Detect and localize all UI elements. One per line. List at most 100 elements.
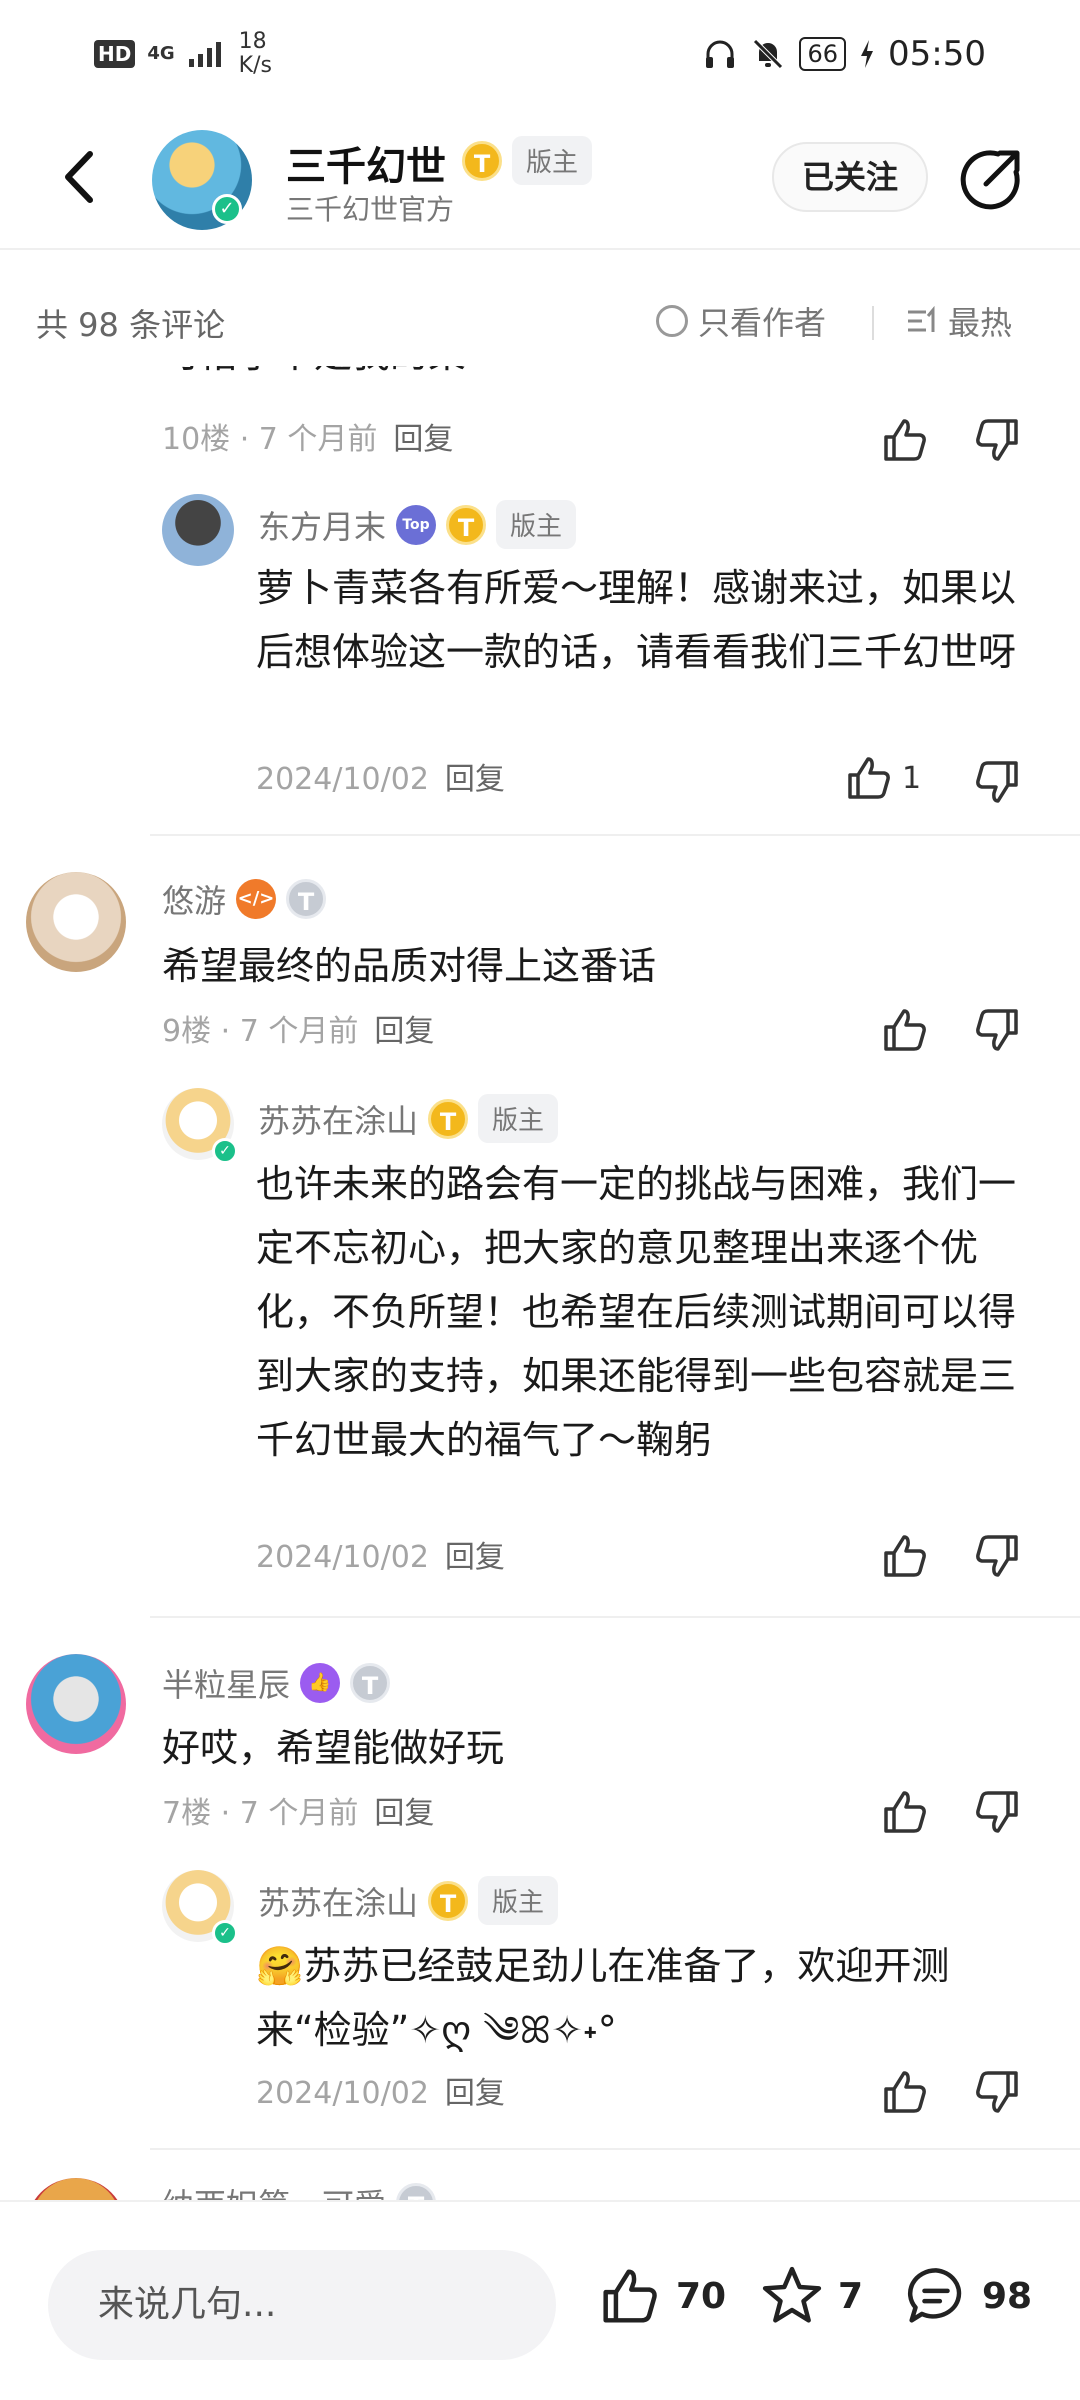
level-badge-icon: T bbox=[286, 879, 327, 919]
status-right: 66 05:50 bbox=[703, 34, 986, 74]
verified-icon: ✓ bbox=[212, 194, 242, 224]
comment-text: 好哎，希望能做好玩 bbox=[162, 1726, 505, 1770]
like-icon[interactable] bbox=[880, 410, 930, 470]
level-badge-icon: T bbox=[446, 504, 487, 545]
follow-button[interactable]: 已关注 bbox=[772, 142, 928, 212]
status-bar: HD 4G 18 K/s 66 05:50 bbox=[0, 0, 1080, 110]
reply-meta: 2024/10/02 回复 bbox=[256, 2068, 505, 2112]
comment-count: 共 98 条评论 bbox=[36, 306, 226, 344]
dislike-icon[interactable] bbox=[972, 1782, 1022, 1842]
sort-toggle[interactable]: 最热 bbox=[906, 298, 1012, 344]
comment-total: 98 bbox=[982, 2275, 1033, 2317]
charging-icon bbox=[861, 40, 874, 68]
comment-filter-bar: 共 98 条评论 只看作者 最热 bbox=[0, 276, 1080, 366]
commenter-name[interactable]: 悠游 bbox=[162, 876, 226, 922]
speed-unit: K/s bbox=[238, 53, 272, 78]
radio-icon bbox=[656, 305, 688, 337]
reply-username[interactable]: 苏苏在涂山 bbox=[258, 1878, 418, 1924]
comment-meta: 7楼 · 7 个月前 回复 bbox=[162, 1788, 434, 1832]
like-icon bbox=[848, 757, 890, 799]
post-like-button[interactable]: 70 bbox=[598, 2264, 726, 2328]
level-badge-icon: T bbox=[462, 140, 502, 181]
like-icon[interactable] bbox=[880, 1000, 930, 1060]
dislike-icon[interactable] bbox=[972, 1000, 1022, 1060]
commenter: 纳西妲第一可爱 T bbox=[162, 2180, 437, 2200]
reply-user: 苏苏在涂山 T 版主 bbox=[258, 1876, 559, 1925]
back-icon[interactable] bbox=[50, 142, 110, 212]
floor-time: 9楼 · 7 个月前 bbox=[162, 1014, 359, 1049]
like-button[interactable]: 1 bbox=[844, 748, 921, 808]
level-badge-icon: T bbox=[428, 1880, 469, 1921]
like-icon[interactable] bbox=[880, 2062, 930, 2122]
reply-link[interactable]: 回复 bbox=[374, 1014, 434, 1049]
share-icon[interactable] bbox=[958, 146, 1024, 212]
comments-button[interactable]: 98 bbox=[904, 2264, 1032, 2328]
comment-meta: 10楼 · 7 个月前 回复 bbox=[162, 414, 453, 458]
reply-avatar[interactable] bbox=[162, 494, 234, 566]
dislike-icon[interactable] bbox=[972, 1526, 1022, 1586]
hd-badge: HD bbox=[94, 40, 136, 68]
role-badge: 版主 bbox=[478, 1876, 559, 1925]
author-only-toggle[interactable]: 只看作者 bbox=[656, 298, 826, 344]
comment-text: 可惜了不是我的菜 bbox=[162, 366, 466, 386]
dislike-icon[interactable] bbox=[972, 410, 1022, 470]
like-count: 1 bbox=[902, 760, 922, 796]
commenter: 悠游 </> T bbox=[162, 876, 327, 922]
author-name[interactable]: 三千幻世 bbox=[286, 134, 446, 192]
reply-link[interactable]: 回复 bbox=[445, 2076, 505, 2111]
reply-text: 萝卜青菜各有所爱～理解！感谢来过，如果以后想体验这一款的话，请看看我们三千幻世呀 bbox=[256, 566, 1017, 674]
reply-link[interactable]: 回复 bbox=[445, 1540, 505, 1575]
reply-date: 2024/10/02 bbox=[256, 1540, 429, 1575]
network-label: 4G bbox=[147, 43, 175, 64]
dislike-icon[interactable] bbox=[972, 752, 1022, 812]
post-header: ✓ 三千幻世 T 版主 三千幻世官方 已关注 bbox=[0, 110, 1080, 250]
level-badge-icon: T bbox=[428, 1098, 469, 1139]
commenter-name[interactable]: 纳西妲第一可爱 bbox=[162, 2180, 386, 2200]
thumb-badge-icon: 👍 bbox=[300, 1663, 341, 1703]
reply-link[interactable]: 回复 bbox=[393, 422, 453, 457]
commenter-avatar[interactable] bbox=[26, 2178, 126, 2200]
floor-time: 10楼 · 7 个月前 bbox=[162, 422, 378, 457]
network-speed: 18 K/s bbox=[239, 30, 272, 78]
clock: 05:50 bbox=[888, 34, 986, 74]
bottom-action-bar: 来说几句... 70 7 98 bbox=[0, 2200, 1080, 2400]
reply-username[interactable]: 苏苏在涂山 bbox=[258, 1096, 418, 1142]
author-badges: T 版主 bbox=[462, 136, 593, 185]
reply-user: 东方月末 Top T 版主 bbox=[258, 500, 577, 549]
dislike-icon[interactable] bbox=[972, 2062, 1022, 2122]
favorite-button[interactable]: 7 bbox=[760, 2264, 863, 2328]
bell-muted-icon bbox=[753, 39, 784, 69]
reply-username[interactable]: 东方月末 bbox=[258, 502, 386, 548]
verified-icon: ✓ bbox=[212, 1920, 238, 1946]
commenter: 半粒星辰 👍 T bbox=[162, 1660, 391, 1706]
sort-label: 最热 bbox=[948, 304, 1013, 342]
commenter-avatar[interactable] bbox=[26, 872, 126, 972]
like-icon[interactable] bbox=[880, 1526, 930, 1586]
level-badge-icon: T bbox=[396, 2183, 437, 2200]
star-icon bbox=[762, 2266, 822, 2323]
like-icon[interactable] bbox=[880, 1782, 930, 1842]
comment-meta: 9楼 · 7 个月前 回复 bbox=[162, 1006, 434, 1050]
reply-user: 苏苏在涂山 T 版主 bbox=[258, 1094, 559, 1143]
commenter-avatar[interactable] bbox=[26, 1654, 126, 1754]
comment-divider bbox=[150, 1616, 1080, 1618]
reply-date: 2024/10/02 bbox=[256, 2076, 429, 2111]
role-badge: 版主 bbox=[478, 1094, 559, 1143]
reply-link[interactable]: 回复 bbox=[445, 762, 505, 797]
reply-link[interactable]: 回复 bbox=[374, 1796, 434, 1831]
favorite-count: 7 bbox=[838, 2275, 864, 2317]
status-left: HD 4G 18 K/s bbox=[94, 30, 272, 78]
comment-divider bbox=[150, 2148, 1080, 2150]
signal-icon bbox=[188, 42, 221, 67]
comment-divider bbox=[150, 834, 1080, 836]
sort-icon bbox=[908, 306, 935, 332]
commenter-name[interactable]: 半粒星辰 bbox=[162, 1660, 290, 1706]
floor-time: 7楼 · 7 个月前 bbox=[162, 1796, 359, 1831]
speed-value: 18 bbox=[238, 29, 267, 54]
comment-input[interactable]: 来说几句... bbox=[48, 2250, 556, 2360]
reply-date: 2024/10/02 bbox=[256, 762, 429, 797]
role-badge: 版主 bbox=[512, 136, 593, 185]
author-only-label: 只看作者 bbox=[698, 304, 827, 342]
role-badge: 版主 bbox=[496, 500, 577, 549]
author-subtitle: 三千幻世官方 bbox=[286, 193, 455, 226]
